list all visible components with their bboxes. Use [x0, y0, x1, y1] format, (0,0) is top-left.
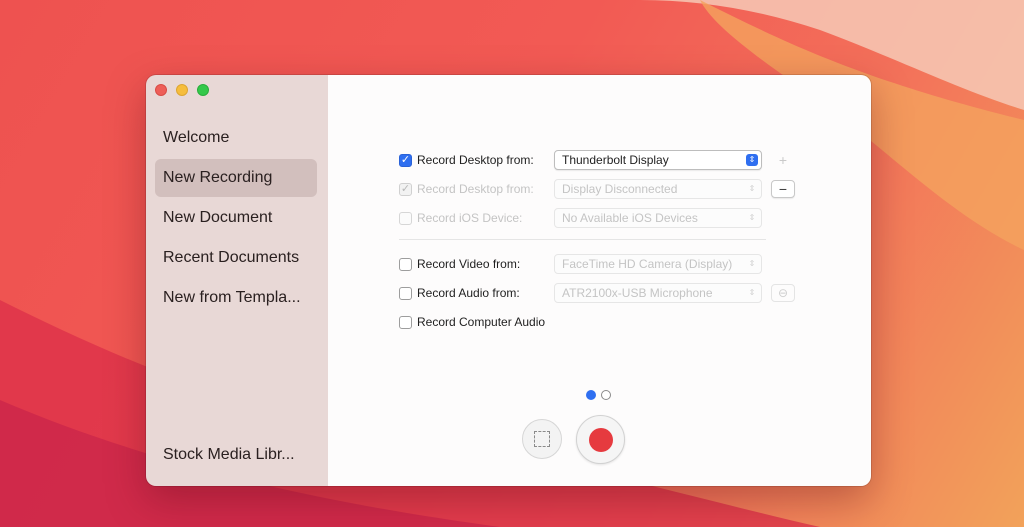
- sidebar-item-new-from-template[interactable]: New from Templa...: [155, 279, 317, 317]
- video-source-value: FaceTime HD Camera (Display): [562, 257, 733, 271]
- checkbox-unchecked-icon: [399, 286, 412, 300]
- desktop-source-select-2: Display Disconnected ⇕: [554, 179, 762, 199]
- page-dot-2[interactable]: [601, 390, 611, 400]
- sidebar-item-stock-media-library[interactable]: Stock Media Libr...: [163, 446, 295, 464]
- sidebar: Welcome New Recording New Document Recen…: [146, 75, 328, 486]
- checkbox-unchecked-icon: [399, 211, 412, 225]
- divider: [399, 239, 766, 240]
- record-audio-label: Record Audio from:: [417, 286, 520, 300]
- record-computer-audio-checkbox[interactable]: Record Computer Audio: [399, 315, 545, 329]
- remove-display-button[interactable]: −: [771, 180, 795, 198]
- sidebar-nav: Welcome New Recording New Document Recen…: [155, 119, 317, 319]
- checkbox-checked-icon: ✓: [399, 153, 412, 167]
- ios-device-select: No Available iOS Devices ⇕: [554, 208, 762, 228]
- record-ios-row: Record iOS Device: No Available iOS Devi…: [399, 205, 799, 234]
- selection-area-icon: [534, 431, 550, 447]
- record-audio-row: Record Audio from: ATR2100x-USB Micropho…: [399, 280, 799, 309]
- chevron-updown-icon: ⇕: [748, 288, 756, 297]
- record-desktop-label-2: Record Desktop from:: [417, 182, 534, 196]
- record-audio-checkbox[interactable]: Record Audio from:: [399, 286, 520, 300]
- minimize-icon[interactable]: [176, 84, 188, 96]
- audio-source-select[interactable]: ATR2100x-USB Microphone ⇕: [554, 283, 762, 303]
- checkbox-unchecked-icon: [399, 315, 412, 329]
- record-ios-checkbox: Record iOS Device:: [399, 211, 522, 225]
- record-computer-audio-row: Record Computer Audio: [399, 309, 799, 338]
- video-source-select[interactable]: FaceTime HD Camera (Display) ⇕: [554, 254, 762, 274]
- sidebar-item-recent-documents[interactable]: Recent Documents: [155, 239, 317, 277]
- sidebar-item-welcome[interactable]: Welcome: [155, 119, 317, 157]
- record-icon: [588, 427, 613, 452]
- select-area-button[interactable]: [522, 419, 562, 459]
- checkbox-unchecked-icon: [399, 257, 412, 271]
- window-controls: [155, 84, 209, 96]
- ios-device-value: No Available iOS Devices: [562, 211, 698, 225]
- page-indicator: [586, 390, 611, 400]
- close-icon[interactable]: [155, 84, 167, 96]
- chevron-updown-icon: ⇕: [748, 213, 756, 222]
- record-video-label: Record Video from:: [417, 257, 521, 271]
- page-dot-1[interactable]: [586, 390, 596, 400]
- record-button[interactable]: [576, 415, 625, 464]
- chevron-updown-icon: ⇕: [748, 259, 756, 268]
- desktop-source-value-2: Display Disconnected: [562, 182, 678, 196]
- record-video-row: Record Video from: FaceTime HD Camera (D…: [399, 251, 799, 280]
- recording-panel: ✓ Record Desktop from: Thunderbolt Displ…: [328, 75, 871, 486]
- desktop: Welcome New Recording New Document Recen…: [0, 0, 1024, 527]
- record-desktop-row-1: ✓ Record Desktop from: Thunderbolt Displ…: [399, 147, 799, 176]
- zoom-icon[interactable]: [197, 84, 209, 96]
- sidebar-item-new-recording[interactable]: New Recording: [155, 159, 317, 197]
- recording-options: ✓ Record Desktop from: Thunderbolt Displ…: [399, 147, 799, 338]
- chevron-updown-icon: ⇕: [748, 184, 756, 193]
- app-window: Welcome New Recording New Document Recen…: [146, 75, 871, 486]
- record-desktop-checkbox-2: ✓ Record Desktop from:: [399, 182, 534, 196]
- sidebar-item-new-document[interactable]: New Document: [155, 199, 317, 237]
- record-desktop-label-1: Record Desktop from:: [417, 153, 534, 167]
- record-desktop-checkbox-1[interactable]: ✓ Record Desktop from:: [399, 153, 534, 167]
- audio-level-icon[interactable]: ⊖: [771, 284, 795, 302]
- record-video-checkbox[interactable]: Record Video from:: [399, 257, 520, 271]
- record-ios-label: Record iOS Device:: [417, 211, 523, 225]
- record-computer-audio-label: Record Computer Audio: [417, 315, 546, 329]
- desktop-source-value-1: Thunderbolt Display: [562, 153, 669, 167]
- audio-source-value: ATR2100x-USB Microphone: [562, 286, 713, 300]
- checkbox-checked-icon: ✓: [399, 182, 412, 196]
- add-display-button[interactable]: +: [771, 151, 795, 169]
- chevron-updown-icon: ⇕: [746, 154, 758, 166]
- desktop-source-select-1[interactable]: Thunderbolt Display ⇕: [554, 150, 762, 170]
- record-desktop-row-2: ✓ Record Desktop from: Display Disconnec…: [399, 176, 799, 205]
